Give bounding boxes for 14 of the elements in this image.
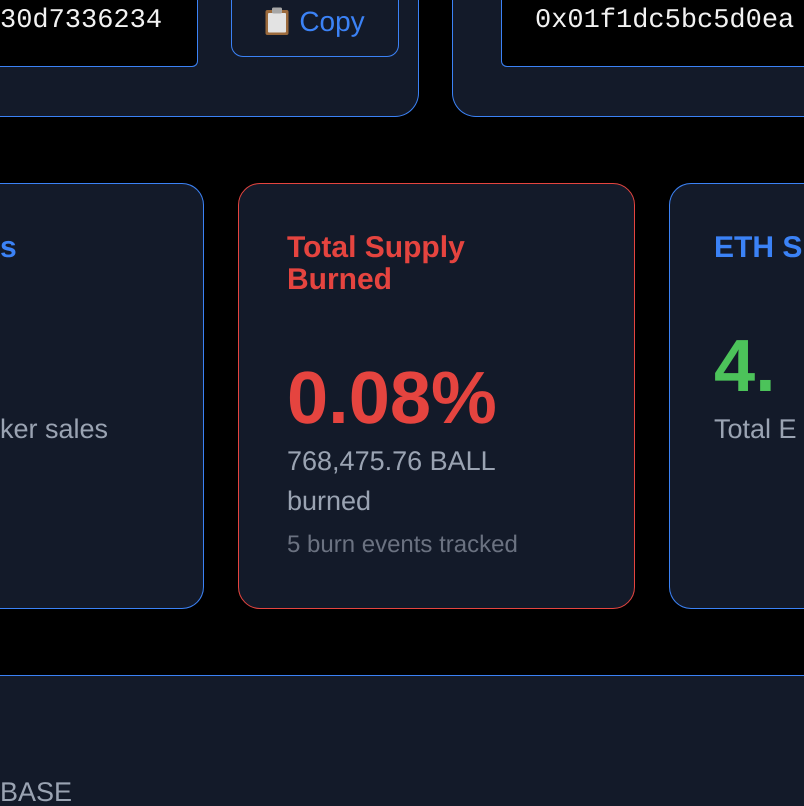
- contract-address: 30d7336234: [0, 0, 198, 67]
- network-label: BASE: [0, 779, 72, 805]
- stat-note: 5 burn events tracked: [287, 530, 519, 560]
- stat-value: 0.08%: [287, 355, 498, 441]
- card-title: Total Supply Burned: [287, 232, 466, 296]
- card-title: s: [0, 232, 18, 264]
- card-title: ETH S: [714, 232, 804, 264]
- stat-value: 4.: [714, 323, 777, 409]
- stat-description: ker sales: [0, 413, 110, 446]
- stat-description: Total E: [714, 413, 798, 446]
- contract-address: 0x01f1dc5bc5d0ea: [501, 0, 804, 67]
- copy-button[interactable]: Copy: [231, 0, 399, 57]
- clipboard-icon: [265, 7, 290, 35]
- stat-description: 768,475.76 BALL burned: [287, 445, 496, 518]
